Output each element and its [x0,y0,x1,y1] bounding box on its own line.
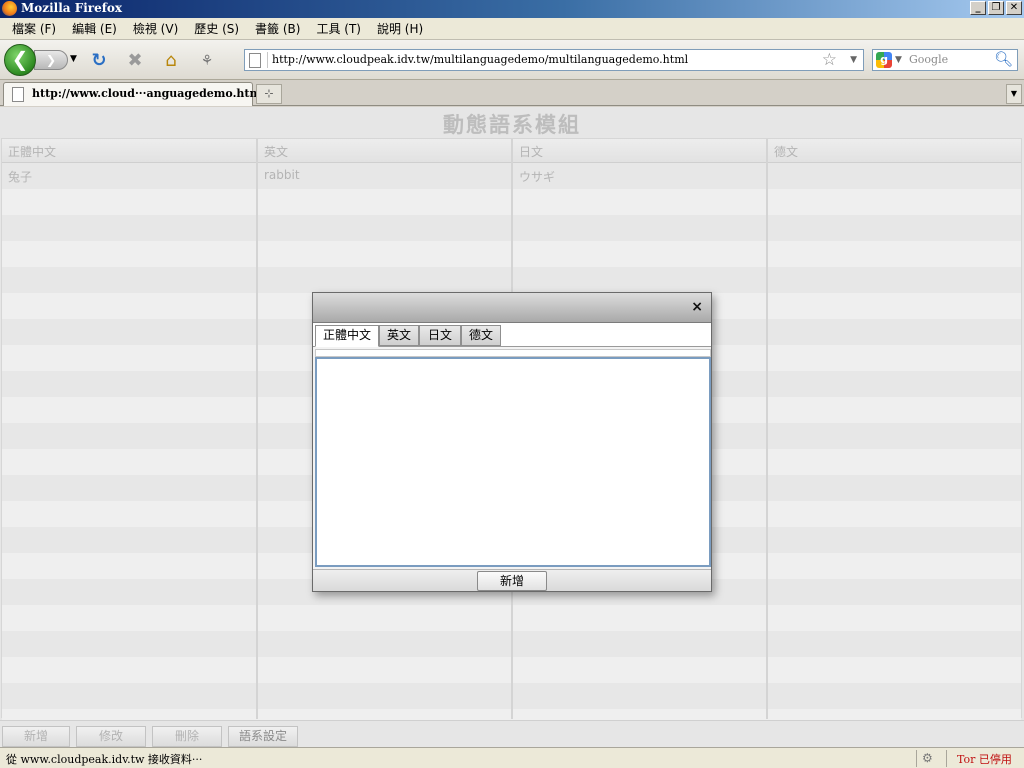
restore-button[interactable]: ❐ [988,1,1004,15]
menu-tools[interactable]: 工具 (T) [308,20,369,37]
tab-page-icon [12,87,24,102]
tor-status[interactable]: Tor 已停用 [957,751,1012,767]
dialog-tabs: 正體中文 英文 日文 德文 [313,323,711,347]
menu-bar: 檔案 (F) 編輯 (E) 檢視 (V) 歷史 (S) 書籤 (B) 工具 (T… [0,18,1024,40]
extension-icon[interactable]: ⚘ [196,50,218,72]
dialog-tab-panel-edge [315,349,711,357]
translation-textarea[interactable] [315,357,711,567]
history-dropdown-icon[interactable]: ▼ [70,54,77,64]
back-forward-group: ❯ ❮ ▼ [4,44,80,76]
tab-active[interactable]: http://www.cloud···anguagedemo.html [3,82,265,106]
bookmark-star-icon[interactable]: ☆ [822,50,837,70]
url-dropdown-icon[interactable]: ▼ [850,55,857,65]
column-header-japanese[interactable]: 日文 [519,143,543,160]
plugin-status-icon[interactable]: ⚙ [922,751,933,765]
edit-button[interactable]: 修改 [76,726,146,747]
table-cell[interactable]: ウサギ [519,168,555,185]
new-tab-button[interactable]: ⊹ [256,84,282,104]
window-controls: _ ❐ ✕ [970,1,1022,15]
minimize-button[interactable]: _ [970,1,986,15]
status-bar: 從 www.cloudpeak.idv.tw 接收資料··· ⚙ Tor 已停用 [0,747,1024,768]
tab-english[interactable]: 英文 [379,325,419,346]
add-entry-dialog: × 正體中文 英文 日文 德文 新增 [312,292,712,592]
tab-label[interactable]: http://www.cloud···anguagedemo.html [32,87,265,100]
column-header-zh-tw[interactable]: 正體中文 [8,143,56,160]
table-cell[interactable]: rabbit [264,168,300,182]
menu-history[interactable]: 歷史 (S) [186,20,247,37]
dialog-footer: 新增 [313,569,711,591]
url-bar[interactable]: http://www.cloudpeak.idv.tw/multilanguag… [244,49,864,71]
reload-icon[interactable]: ↻ [88,50,110,72]
home-icon[interactable]: ⌂ [160,50,182,72]
page-icon [249,53,261,68]
search-engine-dropdown-icon[interactable]: ▼ [895,55,902,65]
tab-german[interactable]: 德文 [461,325,501,346]
back-button[interactable]: ❮ [4,44,36,76]
forward-arrow-icon: ❯ [45,53,57,67]
forward-button[interactable]: ❯ [34,50,68,70]
column-divider [766,139,768,719]
menu-help[interactable]: 說明 (H) [369,20,431,37]
status-divider [946,750,947,767]
dialog-titlebar[interactable]: × [313,293,711,323]
firefox-logo-icon [2,1,17,16]
menu-edit[interactable]: 編輯 (E) [64,20,125,37]
page-title: 動態語系模組 [443,113,581,137]
status-divider [916,750,917,767]
url-text[interactable]: http://www.cloudpeak.idv.tw/multilanguag… [272,53,688,66]
add-button[interactable]: 新增 [2,726,70,747]
status-message: 從 www.cloudpeak.idv.tw 接收資料··· [6,753,203,766]
tab-strip: http://www.cloud···anguagedemo.html ⊹ ▼ [0,80,1024,106]
tab-japanese[interactable]: 日文 [419,325,461,346]
url-divider [267,52,268,68]
google-search-engine-icon[interactable]: g [876,52,892,68]
language-settings-button[interactable]: 語系設定 [228,726,298,747]
close-icon[interactable]: × [691,299,703,315]
tab-zh-tw[interactable]: 正體中文 [315,325,379,347]
search-icon[interactable]: 🔍︎ [994,50,1013,68]
window-titlebar: Mozilla Firefox _ ❐ ✕ [0,0,1024,18]
dialog-add-button[interactable]: 新增 [477,571,547,591]
grid-toolbar: 新增 修改 刪除 語系設定 [0,720,1024,747]
search-bar[interactable]: g ▼ Google 🔍︎ [872,49,1018,71]
table-cell[interactable]: 兔子 [8,168,32,185]
menu-view[interactable]: 檢視 (V) [125,20,186,37]
close-window-button[interactable]: ✕ [1006,1,1022,15]
navigation-toolbar: ❯ ❮ ▼ ↻ ✖ ⌂ ⚘ http://www.cloudpeak.idv.t… [0,40,1024,80]
column-header-english[interactable]: 英文 [264,143,288,160]
window-title: Mozilla Firefox [21,1,123,15]
menu-bookmarks[interactable]: 書籤 (B) [247,20,308,37]
stop-icon[interactable]: ✖ [124,50,146,72]
back-arrow-icon: ❮ [11,47,29,71]
tab-list-dropdown-icon[interactable]: ▼ [1006,84,1022,104]
search-placeholder[interactable]: Google [909,53,948,66]
menu-file[interactable]: 檔案 (F) [4,20,64,37]
delete-button[interactable]: 刪除 [152,726,222,747]
column-header-german[interactable]: 德文 [774,143,798,160]
column-divider [256,139,258,719]
